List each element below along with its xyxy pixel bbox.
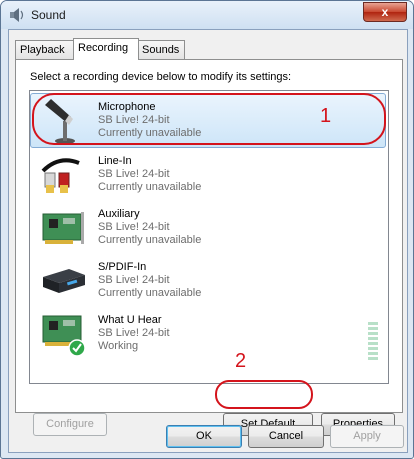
rca-cable-icon [41, 158, 80, 193]
cancel-button[interactable]: Cancel [248, 425, 324, 448]
device-list[interactable]: Microphone SB Live! 24-bit Currently una… [29, 90, 389, 384]
sound-card-icon [42, 212, 84, 244]
device-name: What U Hear [98, 314, 162, 326]
annotation-number-2: 2 [235, 350, 247, 372]
annotation-number-1: 1 [320, 105, 332, 127]
device-subtitle: SB Live! 24-bit [98, 274, 170, 286]
close-button[interactable]: x [363, 2, 407, 22]
tab-playback[interactable]: Playback [15, 40, 75, 59]
list-item-what-u-hear[interactable]: What U Hear SB Live! 24-bit Working [31, 307, 387, 360]
device-subtitle: SB Live! 24-bit [98, 221, 170, 233]
sound-card-default-icon [42, 315, 86, 357]
device-name: Line-In [98, 155, 132, 167]
apply-button[interactable]: Apply [330, 425, 404, 448]
list-item-spdif-in[interactable]: S/PDIF-In SB Live! 24-bit Currently unav… [31, 254, 387, 307]
device-name: S/PDIF-In [98, 261, 147, 273]
device-name: Auxiliary [98, 208, 140, 220]
tab-sounds[interactable]: Sounds [137, 40, 185, 59]
sound-dialog: Sound x Playback Recording Sounds Select… [0, 0, 414, 459]
ok-button[interactable]: OK [166, 425, 242, 448]
close-icon: x [381, 5, 389, 19]
instruction-text: Select a recording device below to modif… [30, 71, 292, 83]
device-status: Currently unavailable [98, 234, 202, 246]
device-status: Currently unavailable [98, 287, 202, 299]
level-meter [368, 322, 378, 365]
dialog-client: Playback Recording Sounds Select a recor… [8, 29, 408, 453]
configure-button[interactable]: Configure [33, 413, 107, 436]
annotation-ring-1 [32, 93, 386, 145]
recording-panel: Select a recording device below to modif… [15, 59, 403, 436]
tab-recording[interactable]: Recording [73, 38, 139, 60]
device-subtitle: SB Live! 24-bit [98, 327, 170, 339]
list-item-auxiliary[interactable]: Auxiliary SB Live! 24-bit Currently unav… [31, 201, 387, 254]
title-bar[interactable]: Sound x [1, 1, 413, 29]
device-subtitle: SB Live! 24-bit [98, 168, 170, 180]
speaker-icon [10, 8, 24, 22]
spdif-box-icon [43, 269, 85, 293]
annotation-ring-2 [215, 380, 313, 409]
window-title: Sound [31, 8, 66, 22]
device-status: Currently unavailable [98, 181, 202, 193]
list-item-line-in[interactable]: Line-In SB Live! 24-bit Currently unavai… [31, 148, 387, 201]
device-status: Working [98, 340, 139, 352]
